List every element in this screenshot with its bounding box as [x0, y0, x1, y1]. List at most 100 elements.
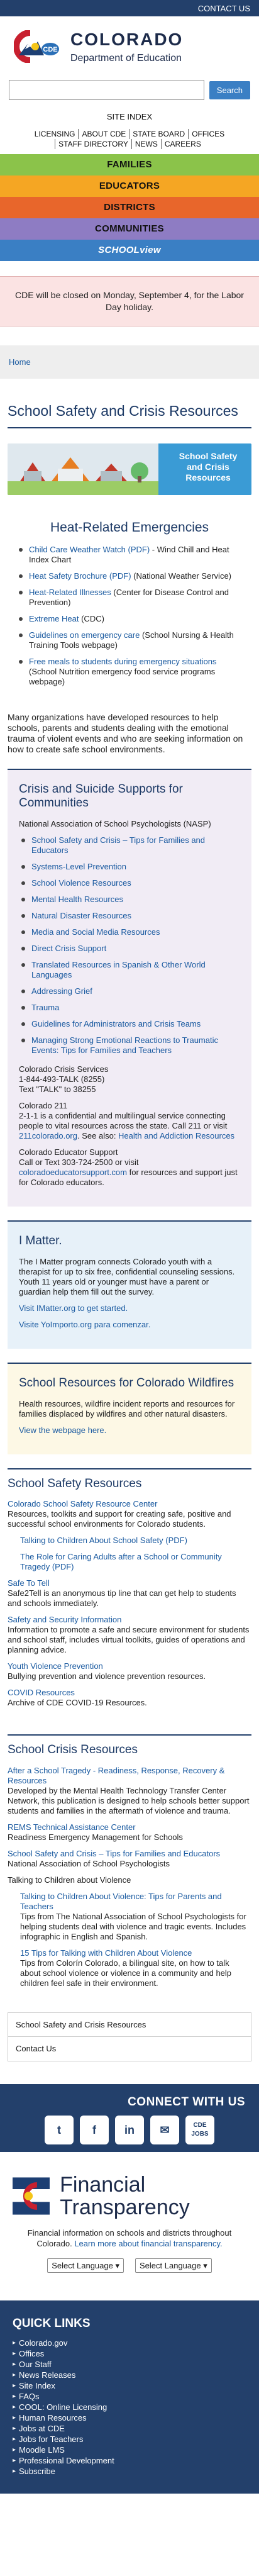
resource-link[interactable]: 15 Tips for Talking with Children About …	[20, 1948, 251, 1958]
list-item: Media and Social Media Resources	[19, 927, 240, 937]
resource-description: Resources, toolkits and support for crea…	[8, 1509, 231, 1529]
offices-link[interactable]: OFFICES	[188, 128, 228, 139]
quick-link[interactable]: Human Resources	[13, 2413, 246, 2423]
careers-link[interactable]: CAREERS	[160, 138, 204, 149]
resource-link[interactable]: The Role for Caring Adults after a Schoo…	[20, 1552, 251, 1572]
heat-link[interactable]: Heat Safety Brochure (PDF)	[29, 571, 131, 581]
resource-link[interactable]: Talking to Children About Violence: Tips…	[20, 1892, 251, 1912]
logo-title: COLORADO	[70, 30, 184, 49]
news-link[interactable]: NEWS	[131, 138, 161, 149]
nasp-link[interactable]: Mental Health Resources	[31, 895, 123, 904]
heat-link[interactable]: Child Care Weather Watch (PDF)	[29, 545, 150, 554]
heat-link[interactable]: Free meals to students during emergency …	[29, 657, 216, 666]
heat-link[interactable]: Guidelines on emergency care	[29, 630, 140, 640]
email-icon[interactable]: ✉	[150, 2115, 179, 2144]
ft-link[interactable]: Learn more about financial transparency.	[74, 2239, 222, 2248]
resource-link[interactable]: COVID Resources	[8, 1688, 251, 1698]
wildfire-link[interactable]: View the webpage here.	[19, 1425, 106, 1435]
educator-support-link[interactable]: coloradoeducatorsupport.com	[19, 1168, 127, 1177]
list-item: After a School Tragedy - Readiness, Resp…	[8, 1766, 251, 1816]
cde-jobs-icon[interactable]: CDE JOBS	[185, 2115, 214, 2144]
language-select[interactable]: Select Language ▾	[135, 2258, 212, 2273]
colorado-211: Colorado 211 2-1-1 is a confidential and…	[19, 1100, 235, 1140]
resource-link[interactable]: Colorado School Safety Resource Center	[8, 1499, 251, 1509]
quick-link[interactable]: Subscribe	[13, 2467, 246, 2477]
resource-link[interactable]: After a School Tragedy - Readiness, Resp…	[8, 1766, 251, 1786]
nav-schoolview[interactable]: SCHOOLview	[0, 239, 259, 261]
quick-link[interactable]: Site Index	[13, 2381, 246, 2391]
facebook-icon[interactable]: f	[80, 2115, 109, 2144]
nasp-link[interactable]: School Violence Resources	[31, 878, 131, 888]
footer-nav-contact[interactable]: Contact Us	[16, 2044, 56, 2053]
cde-badge-text: CDE	[43, 46, 57, 53]
quick-link[interactable]: News Releases	[13, 2370, 246, 2380]
nasp-link[interactable]: Managing Strong Emotional Reactions to T…	[31, 1035, 218, 1055]
nav-educators[interactable]: EDUCATORS	[0, 175, 259, 197]
nav-districts[interactable]: DISTRICTS	[0, 196, 259, 218]
licensing-link[interactable]: LICENSING	[31, 129, 79, 139]
school-safety-section: School Safety Resources Colorado School …	[8, 1468, 251, 1721]
footer-nav-safety[interactable]: School Safety and Crisis Resources	[16, 2020, 146, 2029]
linkedin-icon[interactable]: in	[115, 2115, 144, 2144]
yoimporto-link[interactable]: Visite YoImporto.org para comenzar.	[19, 1320, 150, 1329]
resource-link[interactable]: REMS Technical Assistance Center	[8, 1822, 251, 1832]
colorado-crisis-services: Colorado Crisis Services 1-844-493-TALK …	[19, 1064, 109, 1094]
search-input[interactable]	[9, 80, 204, 101]
imatter-link[interactable]: Visit IMatter.org to get started.	[19, 1303, 128, 1313]
nasp-link[interactable]: Trauma	[31, 1003, 59, 1012]
staff-directory-link[interactable]: STAFF DIRECTORY	[55, 138, 131, 149]
resource-link[interactable]: Safety and Security Information	[8, 1615, 251, 1625]
list-item: 15 Tips for Talking with Children About …	[20, 1948, 251, 1988]
nasp-link[interactable]: Addressing Grief	[31, 986, 92, 996]
quick-link[interactable]: Our Staff	[13, 2360, 246, 2370]
list-item: School Violence Resources	[19, 878, 240, 888]
nasp-link[interactable]: Systems-Level Prevention	[31, 862, 126, 871]
nasp-link[interactable]: Guidelines for Administrators and Crisis…	[31, 1019, 201, 1029]
heat-link[interactable]: Heat-Related Illnesses	[29, 588, 111, 597]
nasp-link[interactable]: Direct Crisis Support	[31, 944, 106, 953]
quick-link[interactable]: Professional Development	[13, 2456, 246, 2466]
quick-link[interactable]: COOL: Online Licensing	[13, 2402, 246, 2412]
quick-link[interactable]: Moodle LMS	[13, 2445, 246, 2455]
resource-description: Information to promote a safe and secure…	[8, 1625, 250, 1655]
quick-links: QUICK LINKS Colorado.govOfficesOur Staff…	[0, 2300, 259, 2494]
quick-link[interactable]: Colorado.gov	[13, 2338, 246, 2348]
search-button[interactable]: Search	[209, 81, 250, 99]
wildfire-text: Health resources, wildfire incident repo…	[19, 1398, 235, 1419]
cde-logo[interactable]: CDE COLORADO Department of Education	[0, 16, 259, 74]
site-index-link[interactable]: SITE INDEX	[107, 112, 152, 121]
nasp-link[interactable]: School Safety and Crisis – Tips for Fami…	[31, 835, 205, 855]
nasp-link[interactable]: Translated Resources in Spanish & Other …	[31, 960, 206, 979]
list-item: Addressing Grief	[19, 986, 240, 996]
twitter-icon[interactable]: t	[45, 2115, 74, 2144]
nav-communities[interactable]: COMMUNITIES	[0, 218, 259, 240]
nav-families[interactable]: FAMILIES	[0, 153, 259, 176]
list-item: Talking to Children about Violence	[8, 1875, 251, 1885]
heat-link[interactable]: Extreme Heat	[29, 614, 79, 623]
contact-us-link[interactable]: CONTACT US	[198, 4, 250, 13]
page-title: School Safety and Crisis Resources	[8, 403, 238, 420]
resource-link[interactable]: School Safety and Crisis – Tips for Fami…	[8, 1849, 251, 1859]
211-link[interactable]: 211colorado.org	[19, 1131, 77, 1140]
resource-link[interactable]: Youth Violence Prevention	[8, 1661, 251, 1671]
resource-link[interactable]: Safe To Tell	[8, 1578, 251, 1588]
resource-link[interactable]: Talking to Children About School Safety …	[20, 1536, 251, 1546]
quick-link[interactable]: FAQs	[13, 2392, 246, 2402]
health-addiction-link[interactable]: Health and Addiction Resources	[118, 1131, 234, 1140]
crisis-supports-box: Crisis and Suicide Supports for Communit…	[8, 768, 251, 1207]
quick-link[interactable]: Jobs at CDE	[13, 2424, 246, 2434]
about-cde-link[interactable]: ABOUT CDE	[78, 128, 129, 139]
state-board-link[interactable]: STATE BOARD	[129, 128, 188, 139]
resource-description: National Association of School Psycholog…	[8, 1858, 170, 1868]
financial-transparency: Financial Transparency Financial informa…	[0, 2152, 259, 2286]
quick-link[interactable]: Jobs for Teachers	[13, 2434, 246, 2445]
quick-link[interactable]: Offices	[13, 2349, 246, 2359]
breadcrumb-home[interactable]: Home	[9, 357, 31, 367]
language-select[interactable]: Select Language ▾	[47, 2258, 124, 2273]
educator-support: Colorado Educator Support Call or Text 3…	[19, 1147, 238, 1187]
nasp-link[interactable]: Media and Social Media Resources	[31, 927, 160, 937]
nasp-label: National Association of School Psycholog…	[19, 818, 211, 828]
list-item: Mental Health Resources	[19, 895, 240, 905]
main-nav: FAMILIES EDUCATORS DISTRICTS COMMUNITIES…	[0, 153, 259, 261]
nasp-link[interactable]: Natural Disaster Resources	[31, 911, 131, 920]
